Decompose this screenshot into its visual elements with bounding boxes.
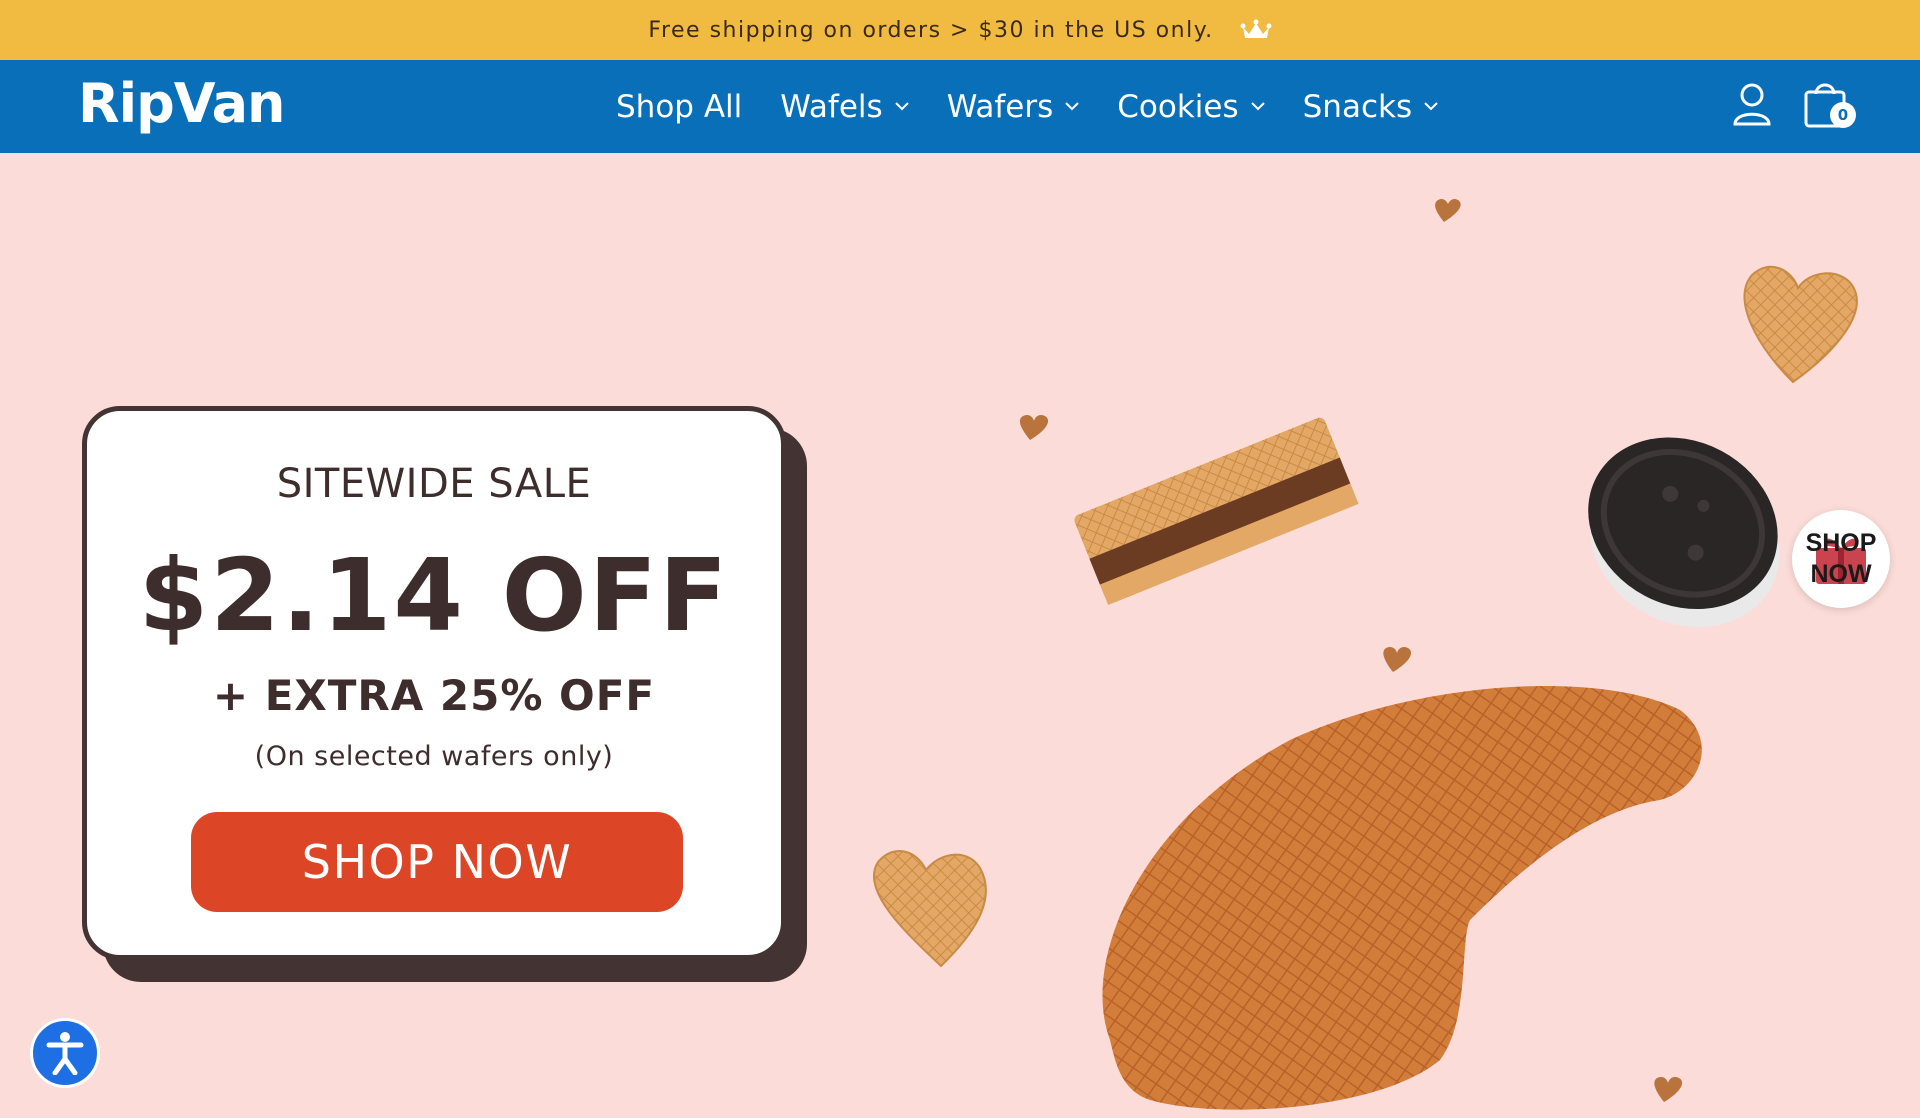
chevron-down-icon [1424,102,1438,111]
cart-icon[interactable]: 0 [1802,78,1856,134]
chevron-down-icon [1250,102,1265,111]
nav-snacks[interactable]: Snacks [1303,89,1438,125]
accessibility-button[interactable] [30,1018,100,1088]
nav-label: Snacks [1302,88,1413,125]
announcement-bar: Free shipping on orders > $30 in the US … [0,0,1920,60]
crown-icon [1240,19,1272,41]
announcement-text: Free shipping on orders > $30 in the US … [648,17,1214,43]
nav-shop-all[interactable]: Shop All [616,89,742,125]
nav-label: Wafers [946,88,1054,125]
promo-note: (On selected wafers only) [254,741,614,772]
heart-icon [1019,198,1683,1102]
promo-card: SITEWIDE SALE $2.14 OFF + EXTRA 25% OFF … [82,406,786,960]
main-nav: Shop All Wafels Wafers Cookies Snacks [616,60,1476,153]
site-header: RipVan Shop All Wafels Wafers Cookies Sn… [0,60,1920,153]
promo-subline: + EXTRA 25% OFF [212,671,656,720]
site-logo[interactable]: RipVan [78,72,285,135]
account-icon[interactable] [1732,82,1772,130]
cart-count-badge: 0 [1830,102,1856,128]
chevron-down-icon [1065,102,1079,111]
nav-label: Cookies [1117,88,1239,125]
nav-label: Shop All [616,88,743,125]
nav-label: Wafels [780,88,883,125]
nav-wafers[interactable]: Wafers [947,89,1080,125]
promo-headline: $2.14 OFF [138,537,730,654]
floating-badge-text: SHOP NOW [1805,529,1877,588]
nav-wafels[interactable]: Wafels [780,88,909,125]
chevron-down-icon [894,102,909,111]
accessibility-icon [46,1032,84,1075]
promo-eyebrow: SITEWIDE SALE [276,461,592,507]
nav-cookies[interactable]: Cookies [1117,88,1265,125]
floating-shop-now-badge[interactable]: SHOP NOW [1792,510,1890,608]
shop-now-button[interactable]: SHOP NOW [191,812,683,912]
